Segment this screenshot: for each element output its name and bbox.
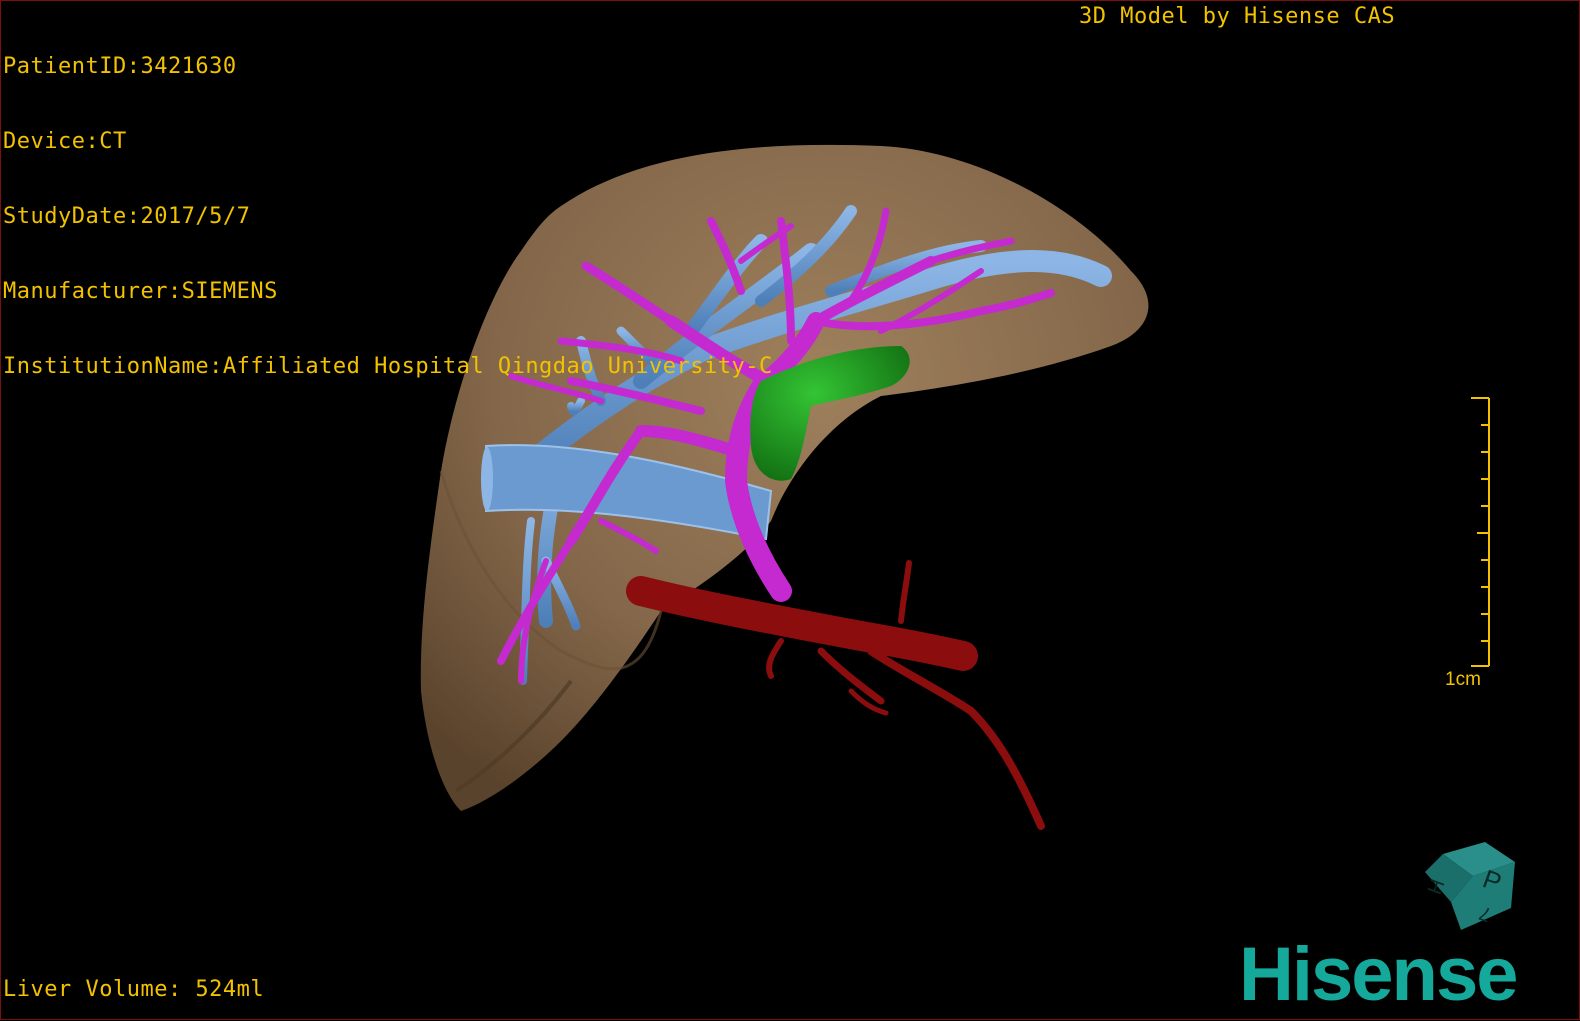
- orientation-cube[interactable]: P H 7: [1421, 836, 1521, 936]
- study-date: StudyDate:2017/5/7: [3, 204, 251, 229]
- liver-volume: Liver Volume: 524ml: [3, 977, 265, 1002]
- 3d-viewport[interactable]: PatientID:3421630 Device:CT StudyDate:20…: [0, 0, 1580, 1020]
- patient-id: PatientID:3421630: [3, 54, 237, 79]
- manufacturer: Manufacturer:SIEMENS: [3, 279, 278, 304]
- device: Device:CT: [3, 129, 127, 154]
- scale-bar: [1471, 397, 1490, 667]
- hisense-logo: Hisense: [1239, 932, 1518, 1017]
- scale-label: 1cm: [1445, 669, 1481, 690]
- patient-info-panel: PatientID:3421630 Device:CT StudyDate:20…: [3, 4, 773, 429]
- institution-name: InstitutionName:Affiliated Hospital Qing…: [3, 354, 773, 379]
- hepatic-artery: [626, 560, 1045, 830]
- model-credit: 3D Model by Hisense CAS: [1079, 4, 1396, 29]
- ivc-end: [481, 447, 493, 511]
